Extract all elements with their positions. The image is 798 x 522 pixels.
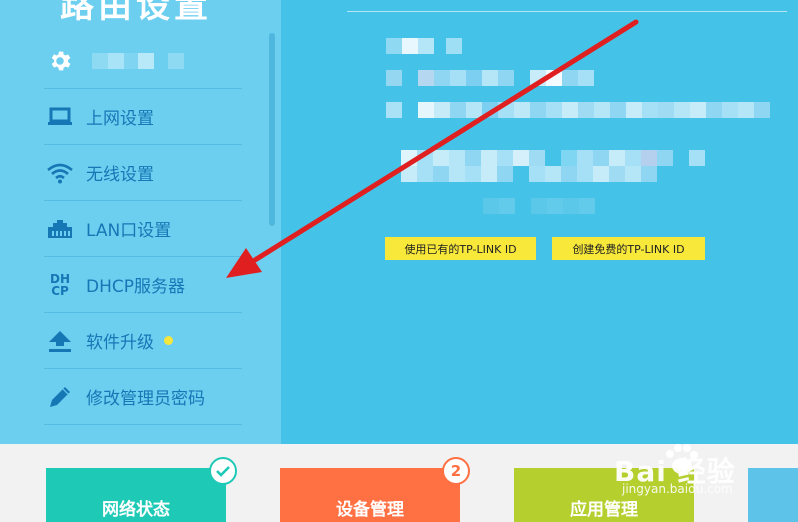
dhcp-icon-bottom: CP: [51, 283, 69, 298]
update-indicator-dot: [164, 336, 173, 345]
lan-port-icon: [44, 213, 76, 245]
main-panel: 使用已有的TP-LINK ID 创建免费的TP-LINK ID: [281, 0, 798, 444]
check-badge-icon: [209, 457, 237, 485]
sidebar-item-dhcp[interactable]: DH CP DHCP服务器: [44, 257, 242, 313]
create-free-tplink-id-button[interactable]: 创建免费的TP-LINK ID: [552, 237, 705, 260]
blurred-text-line-2: [386, 70, 594, 90]
blurred-account-name: [92, 52, 184, 69]
sidebar-item-wireless[interactable]: 无线设置: [44, 145, 242, 201]
blurred-text-line-3: [386, 102, 770, 122]
sidebar-item-lan[interactable]: LAN口设置: [44, 201, 242, 257]
upload-icon: [44, 325, 76, 357]
pencil-icon: [44, 381, 76, 413]
sidebar-title: 路由设置: [60, 0, 212, 26]
blurred-text-line-5: [401, 166, 657, 186]
tile-network-status[interactable]: 网络状态: [46, 468, 226, 522]
sidebar-item-account[interactable]: [44, 33, 242, 89]
sidebar-item-internet-label: 上网设置: [86, 109, 154, 129]
tile-device-management[interactable]: 设备管理: [280, 468, 460, 522]
wifi-icon: [44, 157, 76, 189]
sidebar-item-lan-label: LAN口设置: [86, 221, 172, 241]
gear-icon: [44, 45, 76, 77]
blurred-text-line-6: [483, 198, 595, 218]
sidebar-item-internet[interactable]: 上网设置: [44, 89, 242, 145]
device-count-badge: 2: [442, 457, 470, 485]
baidu-jingyan-watermark: Bai 经验 jingyan.baidu.com: [612, 440, 762, 500]
sidebar-item-wireless-label: 无线设置: [86, 165, 154, 185]
laptop-icon: [44, 101, 76, 133]
dhcp-icon-top: DH: [49, 271, 70, 286]
tile-device-management-label: 设备管理: [336, 500, 404, 520]
divider: [347, 11, 787, 12]
use-existing-tplink-id-button[interactable]: 使用已有的TP-LINK ID: [385, 237, 536, 260]
dhcp-icon: DH CP: [44, 269, 76, 301]
watermark-url: jingyan.baidu.com: [622, 482, 733, 496]
sidebar-item-upgrade-label: 软件升级: [86, 333, 154, 353]
sidebar-item-dhcp-label: DHCP服务器: [86, 277, 185, 297]
sidebar-item-password[interactable]: 修改管理员密码: [44, 369, 242, 425]
sidebar-item-password-label: 修改管理员密码: [86, 389, 205, 409]
tile-network-status-label: 网络状态: [102, 500, 170, 520]
sidebar-item-upgrade[interactable]: 软件升级: [44, 313, 242, 369]
sidebar: 路由设置 上网设置 无线设置 LAN口设置 DH CP DHCP服务器 软件升级…: [0, 0, 281, 444]
sidebar-scrollbar[interactable]: [269, 33, 275, 226]
blurred-text-line-1: [386, 38, 462, 58]
